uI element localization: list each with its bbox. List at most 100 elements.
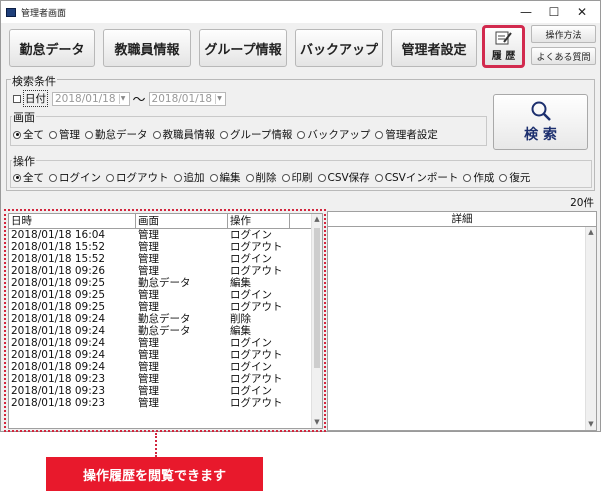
row-datetime: 2018/01/18 09:23 (11, 373, 106, 385)
op-radio[interactable] (173, 173, 182, 182)
history-list[interactable]: 日時 画面 操作 2018/01/18 16:04 管理 ログイン 2018/01/1… (8, 213, 323, 429)
table-row[interactable]: 2018/01/18 09:26 管理 ログアウト (9, 265, 322, 277)
chevron-down-icon[interactable]: ▼ (312, 417, 322, 428)
table-row[interactable]: 2018/01/18 09:25 管理 ログアウト (9, 301, 322, 313)
row-screen: 管理 (138, 289, 159, 301)
column-screen[interactable]: 画面 (136, 214, 228, 228)
op-radio[interactable] (106, 173, 114, 182)
op-option-7[interactable]: CSV保存 (317, 170, 370, 185)
screen-radio[interactable] (49, 130, 57, 139)
row-datetime: 2018/01/18 16:04 (11, 229, 106, 241)
op-option-label: 復元 (509, 172, 531, 184)
table-row[interactable]: 2018/01/18 09:23 管理 ログイン (9, 385, 322, 397)
op-option-label: 印刷 (291, 172, 313, 184)
screen-option-label: 管理 (59, 129, 80, 141)
screen-radio[interactable] (152, 130, 161, 139)
op-radio[interactable] (463, 173, 472, 182)
group-info-button[interactable]: グループ情報 (199, 29, 287, 67)
table-row[interactable]: 2018/01/18 09:24 管理 ログイン (9, 337, 322, 349)
date-checkbox[interactable] (13, 94, 21, 103)
screen-option-0[interactable]: 全て (13, 127, 44, 142)
chevron-up-icon[interactable]: ▲ (312, 214, 322, 225)
backup-button[interactable]: バックアップ (295, 29, 383, 67)
screen-option-3[interactable]: 教職員情報 (152, 127, 215, 142)
op-option-0[interactable]: 全て (13, 170, 44, 185)
op-radio[interactable] (13, 173, 21, 182)
op-option-9[interactable]: 作成 (463, 170, 494, 185)
table-row[interactable]: 2018/01/18 15:52 管理 ログアウト (9, 241, 322, 253)
row-datetime: 2018/01/18 09:24 (11, 337, 106, 349)
op-radio[interactable] (209, 173, 218, 182)
table-row[interactable]: 2018/01/18 09:24 勤怠データ 削除 (9, 313, 322, 325)
screen-option-4[interactable]: グループ情報 (220, 127, 292, 142)
op-option-label: ログアウト (116, 172, 169, 184)
op-radio[interactable] (317, 173, 326, 182)
screen-radio[interactable] (13, 130, 21, 139)
scrollbar-thumb[interactable] (314, 228, 320, 368)
screen-option-2[interactable]: 勤怠データ (85, 127, 148, 142)
op-radio[interactable] (245, 173, 254, 182)
minimize-icon[interactable]: — (512, 1, 540, 23)
op-option-4[interactable]: 編集 (209, 170, 241, 185)
op-radio[interactable] (49, 173, 57, 182)
date-to-picker[interactable]: 2018/01/18 ▼ (148, 91, 227, 106)
table-row[interactable]: 2018/01/18 09:25 勤怠データ 編集 (9, 277, 322, 289)
table-row[interactable]: 2018/01/18 16:04 管理 ログイン (9, 229, 322, 241)
row-screen: 管理 (138, 361, 159, 373)
row-screen: 勤怠データ (138, 313, 191, 325)
op-radio[interactable] (499, 173, 508, 182)
result-count: 20件 (570, 197, 594, 209)
chevron-down-icon: ▼ (118, 93, 127, 104)
op-option-6[interactable]: 印刷 (281, 170, 313, 185)
faq-button[interactable]: よくある質問 (531, 47, 596, 65)
close-icon[interactable]: ✕ (568, 1, 596, 23)
op-radio[interactable] (374, 173, 383, 182)
op-option-8[interactable]: CSVインポート (374, 170, 458, 185)
window-title: 管理者画面 (21, 8, 67, 19)
detail-scrollbar[interactable]: ▲ ▼ (585, 227, 596, 430)
app-icon (6, 7, 16, 17)
history-button[interactable]: 履 歴 (482, 25, 525, 68)
op-radio[interactable] (281, 173, 290, 182)
table-row[interactable]: 2018/01/18 15:52 管理 ログイン (9, 253, 322, 265)
chevron-up-icon[interactable]: ▲ (586, 227, 596, 238)
chevron-down-icon[interactable]: ▼ (586, 419, 596, 430)
screen-radio[interactable] (85, 130, 93, 139)
how-to-button[interactable]: 操作方法 (531, 25, 596, 43)
row-datetime: 2018/01/18 09:25 (11, 289, 106, 301)
list-scrollbar[interactable]: ▲ ▼ (311, 214, 322, 428)
date-from-picker[interactable]: 2018/01/18 ▼ (52, 91, 130, 106)
screen-option-6[interactable]: 管理者設定 (375, 127, 438, 142)
screen-radio[interactable] (220, 130, 228, 139)
criteria-title: 検索条件 (11, 73, 57, 89)
column-datetime[interactable]: 日時 (9, 214, 136, 228)
date-to-value: 2018/01/18 (151, 92, 213, 105)
op-option-10[interactable]: 復元 (499, 170, 530, 185)
op-option-3[interactable]: 追加 (173, 170, 205, 185)
table-row[interactable]: 2018/01/18 09:24 管理 ログアウト (9, 349, 322, 361)
staff-info-button[interactable]: 教職員情報 (103, 29, 191, 67)
search-label: 検 索 (524, 127, 557, 143)
screen-option-label: 全て (23, 129, 44, 141)
table-row[interactable]: 2018/01/18 09:24 管理 ログイン (9, 361, 322, 373)
column-operation[interactable]: 操作 (228, 214, 290, 228)
op-option-5[interactable]: 削除 (245, 170, 277, 185)
search-button[interactable]: 検 索 (493, 94, 588, 150)
screen-option-5[interactable]: バックアップ (297, 127, 370, 142)
attendance-data-button[interactable]: 勤怠データ (9, 29, 95, 67)
table-row[interactable]: 2018/01/18 09:23 管理 ログアウト (9, 373, 322, 385)
admin-settings-button[interactable]: 管理者設定 (391, 29, 477, 67)
row-datetime: 2018/01/18 15:52 (11, 241, 106, 253)
screen-option-label: グループ情報 (230, 129, 293, 141)
table-row[interactable]: 2018/01/18 09:23 管理 ログアウト (9, 397, 322, 409)
screen-radio[interactable] (297, 130, 306, 139)
screen-option-1[interactable]: 管理 (49, 127, 80, 142)
table-row[interactable]: 2018/01/18 09:24 勤怠データ 編集 (9, 325, 322, 337)
op-option-2[interactable]: ログアウト (106, 170, 169, 185)
table-row[interactable]: 2018/01/18 09:25 管理 ログイン (9, 289, 322, 301)
row-screen: 管理 (138, 301, 159, 313)
op-option-label: 追加 (183, 172, 205, 184)
screen-radio[interactable] (375, 130, 384, 139)
op-option-1[interactable]: ログイン (49, 170, 101, 185)
maximize-icon[interactable]: ☐ (540, 1, 568, 23)
